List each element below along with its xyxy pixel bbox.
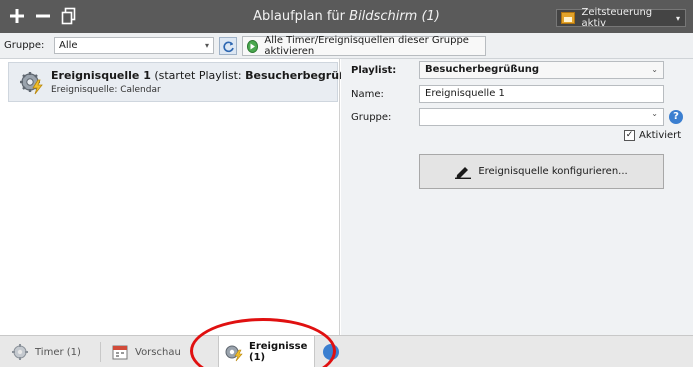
tab-events-label: Ereignisse (1) [249, 340, 308, 363]
gear-timer-icon [10, 342, 30, 362]
tab-timer[interactable]: Timer (1) [10, 336, 81, 367]
group-select-value: Alle [59, 40, 78, 51]
active-checkbox[interactable]: ✓ Aktiviert [624, 130, 681, 141]
configure-source-button[interactable]: Ereignisquelle konfigurieren... [419, 154, 664, 189]
playlist-label: Playlist: [351, 65, 397, 76]
event-title: Ereignisquelle 1 (startet Playlist: Besu… [51, 69, 375, 82]
tab-events[interactable]: Ereignisse (1) [218, 336, 315, 367]
time-control-label: Zeitsteuerung aktiv [581, 7, 653, 29]
activate-all-button[interactable]: Alle Timer/Ereignisquellen dieser Gruppe… [242, 35, 486, 57]
group-select[interactable]: Alle ▾ [54, 37, 214, 54]
event-starts-text: (startet Playlist: [150, 69, 246, 82]
pencil-icon [455, 166, 472, 179]
chevron-down-icon: ⌄ [651, 65, 658, 74]
name-field[interactable]: Ereignisquelle 1 [419, 85, 664, 103]
refresh-button[interactable] [219, 37, 237, 55]
chevron-down-icon: ⌄ [651, 109, 658, 118]
list-item[interactable]: Ereignisquelle 1 (startet Playlist: Besu… [8, 62, 375, 102]
help-icon[interactable]: ? [669, 110, 683, 124]
chevron-down-icon: ▾ [675, 13, 680, 23]
calendar-icon [561, 12, 575, 24]
name-label: Name: [351, 89, 384, 100]
name-field-value: Ereignisquelle 1 [425, 88, 505, 99]
title-bar: Ablaufplan für Bildschirm (1) Zeitsteuer… [0, 0, 693, 33]
play-icon [247, 39, 259, 53]
playlist-select-value: Besucherbegrüßung [425, 64, 539, 75]
tab-preview[interactable]: Vorschau [110, 336, 181, 367]
playlist-select[interactable]: Besucherbegrüßung ⌄ [419, 61, 664, 79]
gear-lightning-icon [224, 342, 244, 362]
tab-divider [100, 342, 101, 362]
active-label: Aktiviert [639, 130, 682, 141]
tab-timer-label: Timer (1) [35, 346, 81, 358]
group-label: Gruppe: [4, 40, 45, 51]
details-panel: Playlist: Besucherbegrüßung ⌄ Name: Erei… [341, 59, 693, 335]
group-toolbar: Gruppe: Alle ▾ Alle Timer/Ereignisquelle… [0, 33, 693, 59]
refresh-icon [222, 41, 234, 52]
tab-preview-label: Vorschau [135, 346, 181, 358]
event-name: Ereignisquelle 1 [51, 69, 151, 82]
event-source: Ereignisquelle: Calendar [51, 85, 161, 95]
bottom-tab-bar: Timer (1) Vorschau Ereignisse (1) [0, 335, 693, 367]
window-title-prefix: Ablaufplan für [253, 9, 350, 24]
add-tab-icon[interactable] [323, 344, 339, 360]
activate-all-label: Alle Timer/Ereignisquellen dieser Gruppe… [264, 35, 469, 57]
gear-lightning-icon [20, 72, 43, 95]
event-list: Ereignisquelle 1 (startet Playlist: Besu… [0, 59, 375, 335]
group-field-label: Gruppe: [351, 112, 392, 123]
checkbox-checked-icon: ✓ [624, 130, 635, 141]
time-control-dropdown[interactable]: Zeitsteuerung aktiv ▾ [556, 7, 686, 29]
configure-source-label: Ereignisquelle konfigurieren... [478, 166, 628, 177]
calendar-icon [110, 342, 130, 362]
chevron-down-icon: ▾ [204, 41, 209, 50]
window-title-screen: Bildschirm (1) [349, 9, 440, 24]
group-field-select[interactable]: ⌄ [419, 108, 664, 126]
